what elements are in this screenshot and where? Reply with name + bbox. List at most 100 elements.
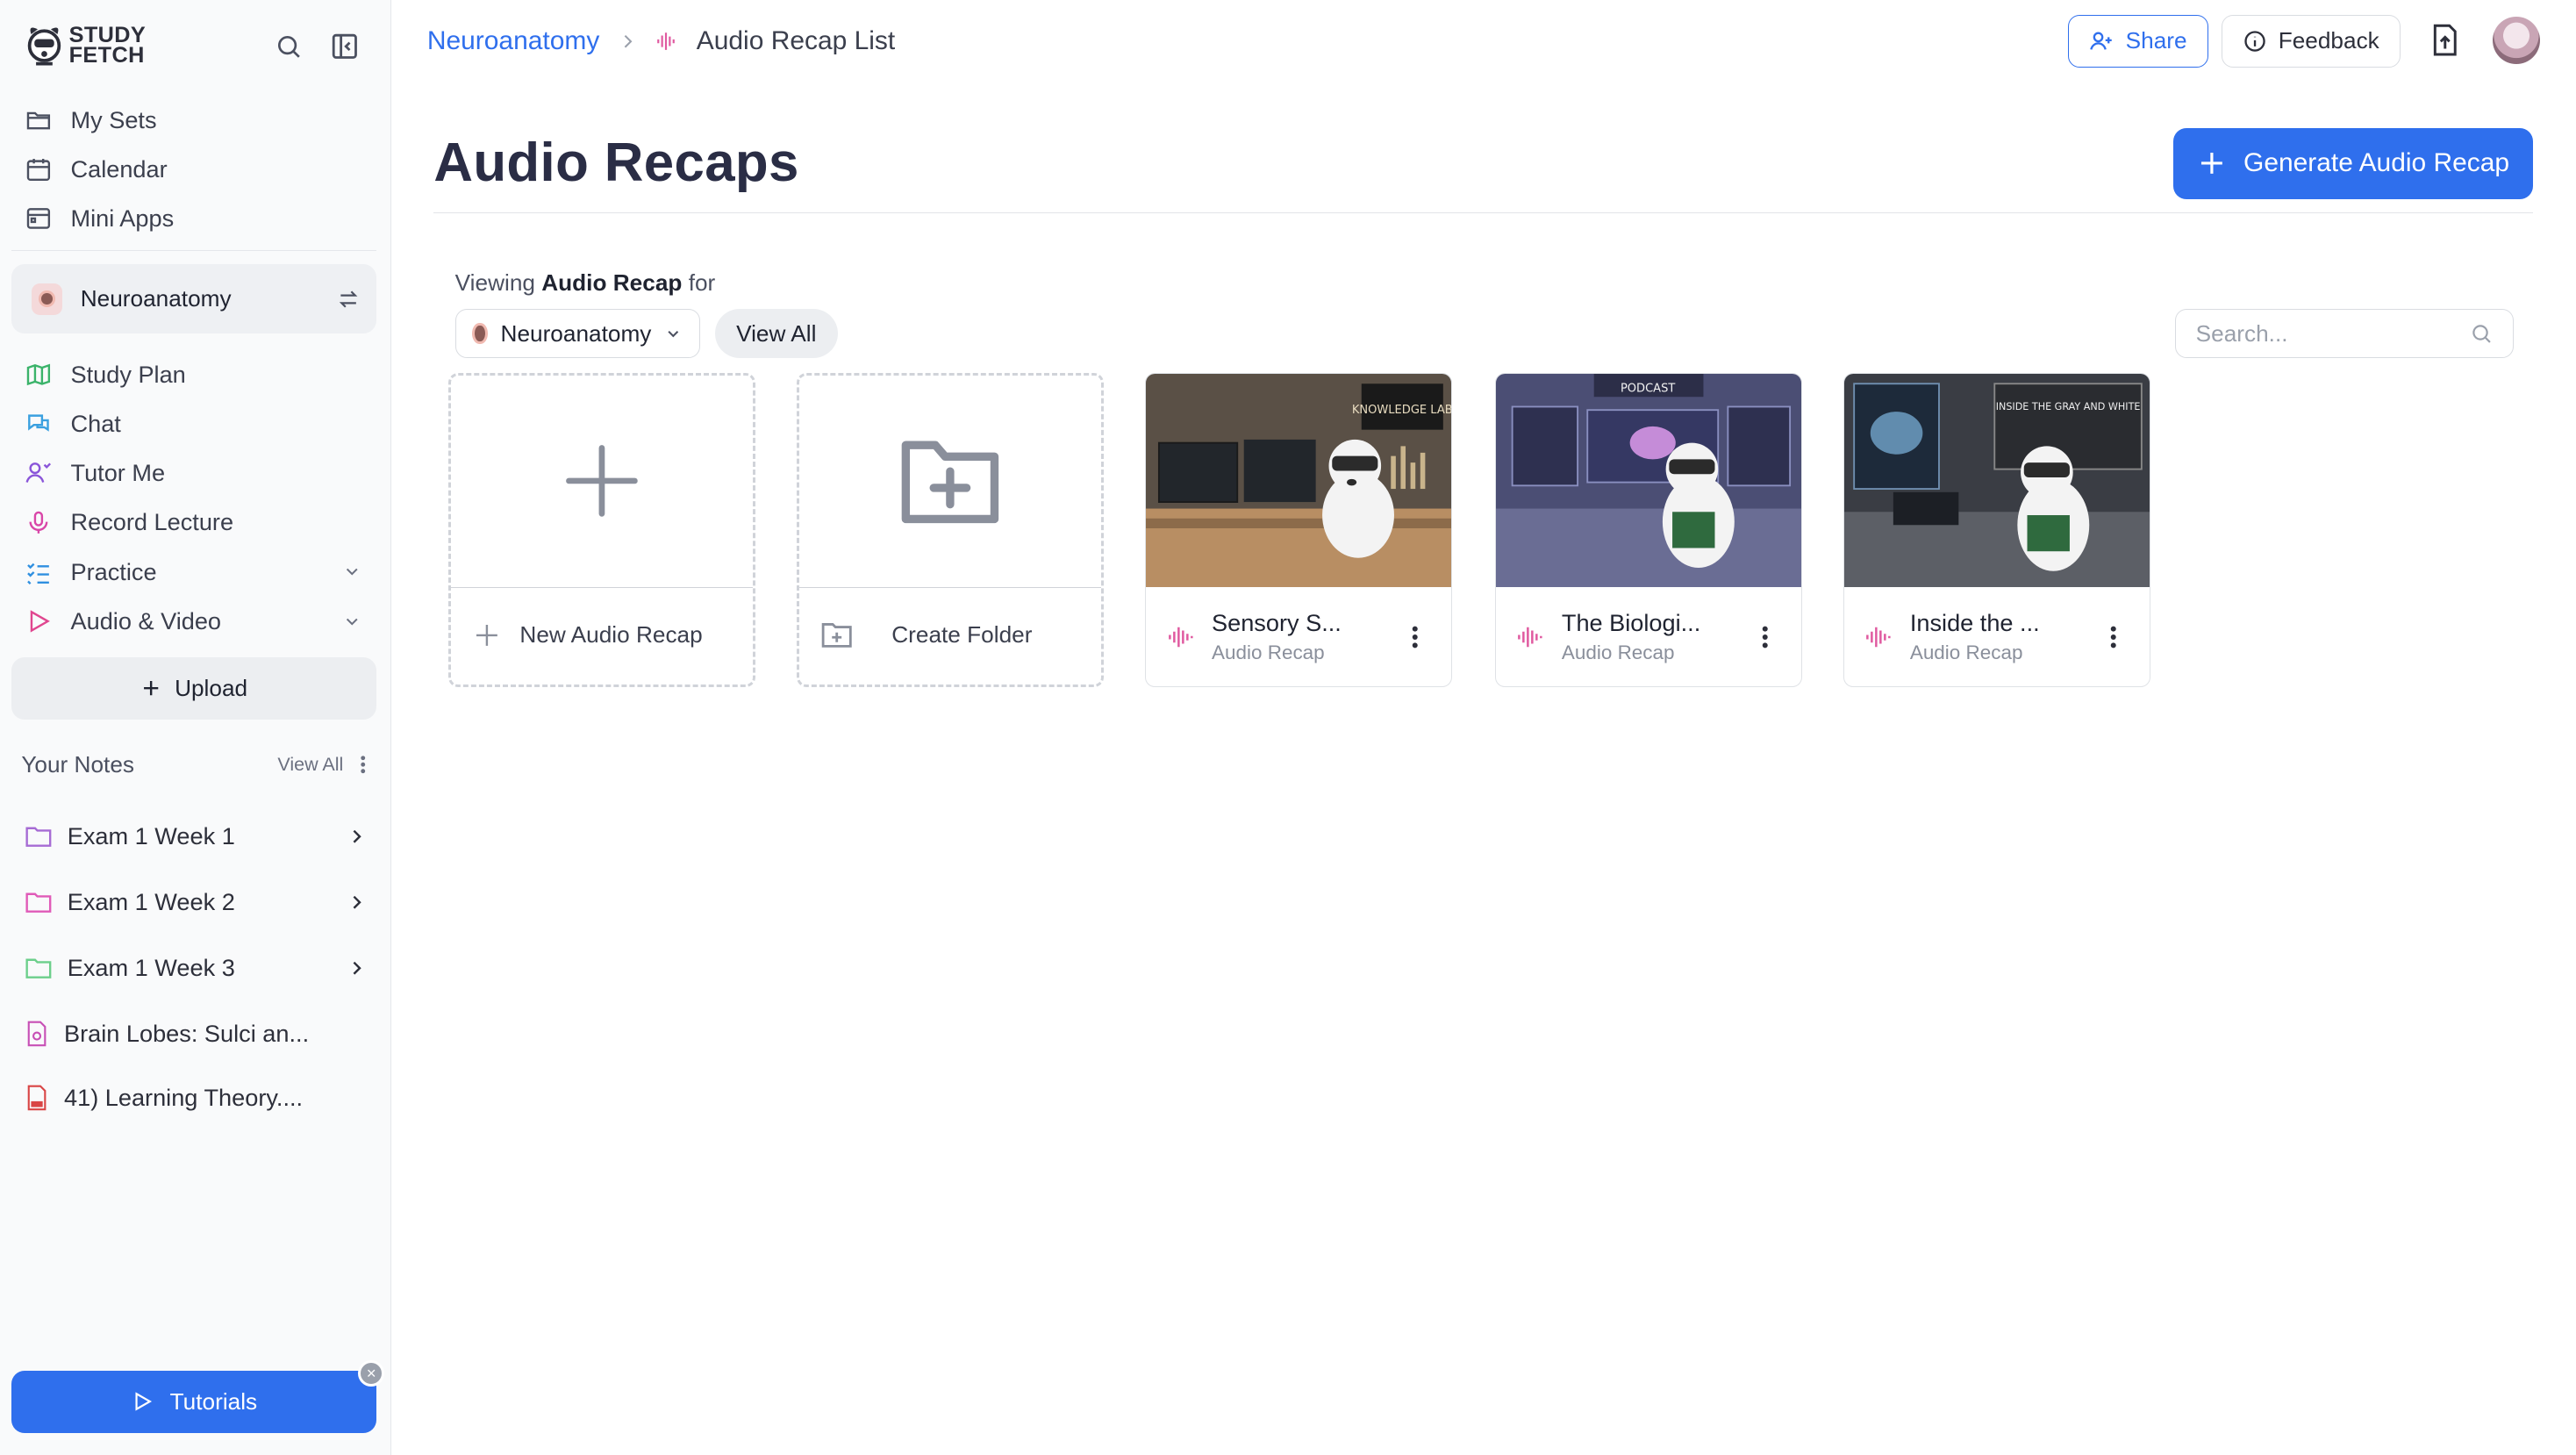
add-user-icon [2089,29,2114,54]
search-icon[interactable] [275,32,303,61]
breadcrumb-current: Audio Recap List [696,25,896,55]
notes-title: Your Notes [21,750,135,778]
current-set-selector[interactable]: Neuroanatomy [11,264,376,334]
logo-text: STUDY FETCH [68,23,147,68]
recap-title: Sensory S... [1212,608,1342,636]
plus-icon [2198,149,2226,177]
folder-icon [25,890,53,914]
nav-label: Audio & Video [70,606,222,634]
sidebar: STUDY FETCH My Sets Calendar Mini Apps N… [0,0,391,1455]
chevron-right-icon [618,32,637,51]
share-label: Share [2125,27,2187,54]
note-label: Brain Lobes: Sulci an... [64,1019,310,1047]
folder-icon [25,824,53,849]
document-icon [25,1020,49,1048]
nav-my-sets[interactable]: My Sets [25,102,157,138]
studyfetch-logo[interactable]: STUDY FETCH [25,21,146,70]
sidebar-divider [11,249,376,252]
nav-audio-video[interactable]: Audio & Video [25,603,366,639]
create-folder-card[interactable]: Create Folder [797,373,1105,687]
page-title: Audio Recaps [433,132,799,193]
tutorials-button[interactable]: Tutorials [11,1370,376,1433]
note-label: 41) Learning Theory.... [64,1083,304,1111]
tutor-icon [25,459,53,487]
chevron-down-icon[interactable] [339,607,367,635]
nav-mini-apps[interactable]: Mini Apps [25,200,174,236]
upload-label: Upload [175,675,248,702]
viewing-suffix: for [688,269,716,297]
feedback-button[interactable]: Feedback [2221,14,2401,68]
notes-view-all-link[interactable]: View All [277,754,343,776]
collapse-sidebar-icon[interactable] [330,32,360,61]
breadcrumb: Neuroanatomy Audio Recap List [427,23,895,59]
recap-thumbnail-image: PODCAST [1495,374,1802,588]
viewing-type: Audio Recap [541,269,683,297]
viewing-caption: Viewing Audio Recap for [455,269,716,297]
plus-icon [140,677,161,699]
note-file-row[interactable]: Brain Lobes: Sulci an... [25,1015,366,1051]
microphone-icon [25,509,53,537]
thumbnail-text: PODCAST [1621,383,1676,396]
nav-record-lecture[interactable]: Record Lecture [25,505,233,541]
audio-recap-card[interactable]: INSIDE THE GRAY AND WHITE Inside the ...… [1843,373,2151,687]
note-label: Exam 1 Week 3 [67,953,235,981]
generate-label: Generate Audio Recap [2243,148,2510,178]
map-icon [25,361,53,389]
pdf-icon [25,1084,49,1112]
note-folder-row[interactable]: Exam 1 Week 2 [25,884,366,920]
chevron-right-icon[interactable] [347,892,366,912]
nav-tutor-me[interactable]: Tutor Me [25,455,165,491]
set-filter-select[interactable]: Neuroanatomy [454,309,700,359]
note-label: Exam 1 Week 2 [67,887,235,915]
nav-study-plan[interactable]: Study Plan [25,356,186,392]
note-file-row[interactable]: 41) Learning Theory.... [25,1079,366,1115]
nav-chat[interactable]: Chat [25,406,121,442]
note-folder-row[interactable]: Exam 1 Week 3 [25,950,366,986]
thumbnail-text: KNOWLEDGE LAB [1352,404,1451,417]
set-avatar [31,283,63,315]
share-button[interactable]: Share [2068,14,2208,68]
feedback-label: Feedback [2278,27,2379,54]
more-vertical-icon[interactable] [2110,626,2116,649]
recap-type: Audio Recap [1909,641,2023,664]
nav-label: Tutor Me [70,459,166,487]
close-tutorials-icon[interactable]: × [358,1360,385,1387]
set-avatar [472,322,488,345]
audio-wave-icon [655,30,678,53]
audio-recap-card[interactable]: KNOWLEDGE LAB Sensory S... Audio Recap [1145,373,1453,687]
title-divider [433,211,2534,214]
chevron-down-icon[interactable] [339,558,367,586]
switch-set-icon[interactable] [337,288,360,311]
new-audio-recap-card[interactable]: New Audio Recap [448,373,756,687]
chevron-right-icon[interactable] [347,958,366,978]
plus-icon [473,621,501,649]
nav-practice[interactable]: Practice [25,554,366,590]
recap-thumbnail-image: INSIDE THE GRAY AND WHITE [1843,374,2150,588]
audio-wave-icon [1515,624,1545,650]
nav-calendar[interactable]: Calendar [25,151,168,187]
more-vertical-icon[interactable] [360,755,366,774]
user-avatar[interactable] [2492,16,2540,65]
nav-label: My Sets [70,105,157,133]
audio-wave-icon [1864,624,1893,650]
search-input[interactable] [2195,319,2459,348]
folder-icon [25,956,53,980]
note-folder-row[interactable]: Exam 1 Week 1 [25,819,366,855]
more-vertical-icon[interactable] [1762,626,1768,649]
plus-icon [562,441,641,520]
audio-recap-card[interactable]: PODCAST The Biologi... Audio Recap [1494,373,1803,687]
chat-icon [25,410,53,438]
more-vertical-icon[interactable] [1412,626,1419,649]
recap-title: Inside the ... [1909,608,2040,636]
search-box[interactable] [2175,309,2514,359]
search-icon[interactable] [2470,322,2493,345]
tutorials-label: Tutorials [169,1387,258,1415]
upload-button[interactable]: Upload [11,657,376,720]
export-file-icon[interactable] [2429,23,2461,57]
generate-audio-recap-button[interactable]: Generate Audio Recap [2173,128,2534,199]
breadcrumb-root-link[interactable]: Neuroanatomy [427,26,599,56]
chevron-right-icon[interactable] [347,827,366,846]
nav-label: Record Lecture [70,508,234,536]
view-all-button[interactable]: View All [714,309,838,359]
current-set-name: Neuroanatomy [80,285,232,312]
